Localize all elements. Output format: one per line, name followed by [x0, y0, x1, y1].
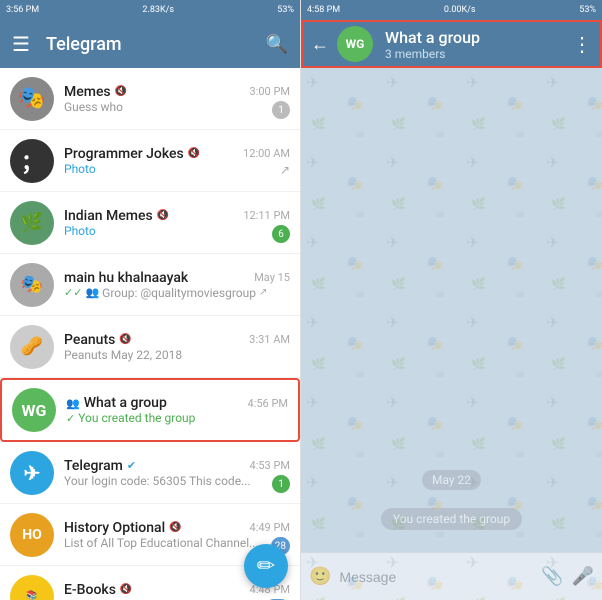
chat-item-memes[interactable]: 🎭 Memes 🔇 3:00 PM Guess who 1 [0, 68, 300, 130]
mute-icon-programmer-jokes: 🔇 [188, 148, 200, 159]
badge-memes: 1 [272, 101, 290, 119]
chat-time-peanuts: 3:31 AM [245, 333, 290, 346]
chat-preview-peanuts: Peanuts May 22, 2018 [64, 348, 290, 362]
avatar-telegram: ✈ [10, 451, 54, 495]
search-icon[interactable]: 🔍 [266, 34, 288, 55]
chat-item-programmer-jokes[interactable]: ； Programmer Jokes 🔇 12:00 AM Photo ↗ [0, 130, 300, 192]
status-bar-left: 3:56 PM 2.83K/s 53% [0, 0, 300, 20]
chat-preview-memes: Guess who [64, 100, 290, 114]
chat-info-what-a-group: 👥 What a group 4:56 PM ✓ You created the… [66, 395, 288, 425]
group-icon-what-a-group: 👥 [66, 397, 80, 410]
app-title: Telegram [46, 34, 250, 55]
battery-right: 53% [579, 5, 596, 15]
chat-name-what-a-group: What a group [84, 395, 167, 411]
chat-area: ✈ 🎭 🌿 ✉ May 22 You created the group 🙂 📎… [301, 68, 602, 600]
chat-time-indian-memes: 12:11 PM [239, 209, 290, 222]
avatar-programmer-jokes: ； [10, 139, 54, 183]
chat-name-telegram: Telegram [64, 458, 123, 474]
group-icon-main-hu: 👥 [85, 286, 99, 299]
badge-telegram: 1 [272, 475, 290, 493]
avatar-main-hu: 🎭 [10, 263, 54, 307]
time-right: 4:58 PM [307, 5, 340, 15]
battery-left: 53% [277, 5, 294, 15]
chat-item-peanuts[interactable]: 🥜 Peanuts 🔇 3:31 AM Peanuts May 22, 2018 [0, 316, 300, 378]
right-panel: 4:58 PM 0.00K/s 53% ← WG What a group 3 … [301, 0, 602, 600]
avatar-group-header: WG [337, 26, 373, 62]
check-icon-what-a-group: ✓ [66, 412, 75, 425]
group-members-header: 3 members [385, 47, 564, 61]
chat-info-indian-memes: Indian Memes 🔇 12:11 PM Photo [64, 208, 290, 238]
send-icon-programmer-jokes: ↗ [280, 163, 290, 177]
avatar-peanuts: 🥜 [10, 325, 54, 369]
chat-time-memes: 3:00 PM [246, 85, 290, 98]
mute-icon-peanuts: 🔇 [119, 334, 131, 345]
chat-name-main-hu: main hu khalnaayak [64, 270, 188, 286]
chat-info-main-hu: main hu khalnaayak May 15 ✓✓ 👥 Group: @q… [64, 270, 290, 300]
chat-time-history-optional: 4:49 PM [246, 521, 290, 534]
chat-time-telegram: 4:53 PM [246, 459, 290, 472]
chat-list: 🎭 Memes 🔇 3:00 PM Guess who 1 ； Programm… [0, 68, 300, 600]
more-options-icon[interactable]: ⋮ [572, 32, 592, 56]
signal-left: 2.83K/s [142, 5, 174, 15]
chat-item-main-hu[interactable]: 🎭 main hu khalnaayak May 15 ✓✓ 👥 Group: … [0, 254, 300, 316]
chat-info-telegram: Telegram ✔ 4:53 PM Your login code: 5630… [64, 458, 290, 488]
chat-preview-indian-memes: Photo [64, 224, 290, 238]
chat-info-memes: Memes 🔇 3:00 PM Guess who [64, 84, 290, 114]
avatar-indian-memes: 🌿 [10, 201, 54, 245]
toolbar-right: ← WG What a group 3 members ⋮ [301, 20, 602, 68]
chat-time-programmer-jokes: 12:00 AM [239, 147, 290, 160]
badge-indian-memes: 6 [272, 225, 290, 243]
chat-name-indian-memes: Indian Memes [64, 208, 153, 224]
back-icon[interactable]: ← [311, 34, 329, 55]
menu-icon[interactable]: ☰ [12, 32, 30, 56]
avatar-memes: 🎭 [10, 77, 54, 121]
mute-icon-indian-memes: 🔇 [157, 210, 169, 221]
chat-name-memes: Memes [64, 84, 111, 100]
avatar-what-a-group: WG [12, 388, 56, 432]
chat-preview-programmer-jokes: Photo [64, 162, 290, 176]
verified-icon-telegram: ✔ [127, 459, 136, 472]
left-panel: 3:56 PM 2.83K/s 53% ☰ Telegram 🔍 🎭 Memes… [0, 0, 301, 600]
chat-preview-main-hu: ✓✓ 👥 Group: @qualitymoviesgroup ↗ [64, 286, 290, 300]
check-icon-main-hu: ✓✓ [64, 286, 82, 299]
chat-name-history-optional: History Optional [64, 520, 165, 536]
mute-icon-ebooks: 🔇 [120, 584, 132, 595]
chat-name-ebooks: E-Books [64, 582, 116, 598]
avatar-ebooks: 📚 [10, 575, 54, 600]
chat-item-telegram[interactable]: ✈ Telegram ✔ 4:53 PM Your login code: 56… [0, 442, 300, 504]
group-name-header: What a group [385, 28, 564, 47]
chat-info-programmer-jokes: Programmer Jokes 🔇 12:00 AM Photo [64, 146, 290, 176]
time-left: 3:56 PM [6, 5, 39, 15]
avatar-history-optional: HO [10, 513, 54, 557]
forward-icon-main-hu: ↗ [259, 287, 267, 298]
status-bar-right: 4:58 PM 0.00K/s 53% [301, 0, 602, 20]
mute-icon-history-optional: 🔇 [169, 522, 181, 533]
chat-preview-what-a-group: ✓ You created the group [66, 411, 288, 425]
chat-item-what-a-group[interactable]: WG 👥 What a group 4:56 PM ✓ You created … [0, 378, 300, 442]
chat-time-what-a-group: 4:56 PM [244, 397, 288, 410]
chat-info-peanuts: Peanuts 🔇 3:31 AM Peanuts May 22, 2018 [64, 332, 290, 362]
chat-time-main-hu: May 15 [250, 271, 290, 284]
mute-icon-memes: 🔇 [115, 86, 127, 97]
signal-right: 0.00K/s [444, 5, 476, 15]
chat-header-info: What a group 3 members [385, 28, 564, 61]
toolbar-left: ☰ Telegram 🔍 [0, 20, 300, 68]
chat-name-peanuts: Peanuts [64, 332, 115, 348]
chat-item-indian-memes[interactable]: 🌿 Indian Memes 🔇 12:11 PM Photo 6 [0, 192, 300, 254]
chat-preview-telegram: Your login code: 56305 This code... [64, 474, 290, 488]
compose-fab[interactable]: ✏ [244, 544, 288, 588]
chat-name-programmer-jokes: Programmer Jokes [64, 146, 184, 162]
